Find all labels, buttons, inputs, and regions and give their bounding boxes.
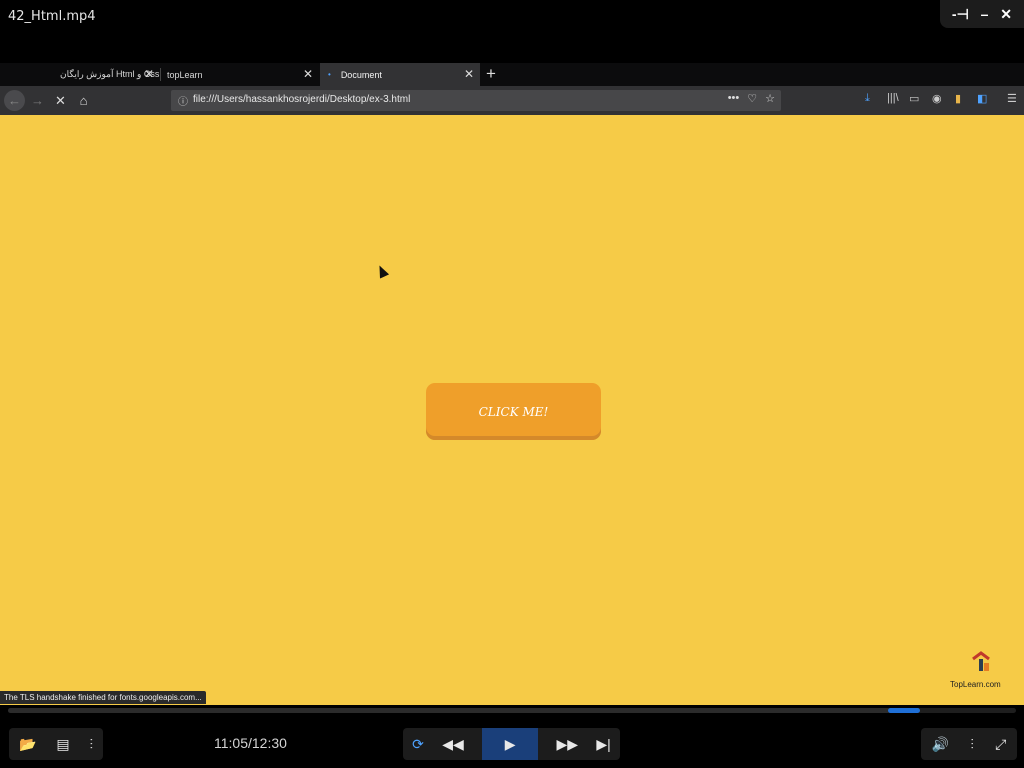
info-icon[interactable]: ⓘ (178, 93, 188, 108)
time-readout: 11:05/12:30 (214, 735, 287, 751)
translate-icon[interactable]: ◧ (977, 92, 987, 105)
tab-amoozesh[interactable]: آموزش رایگان Html و Css ✕ (0, 63, 160, 86)
tab-toplearn[interactable]: topLearn ✕ (161, 63, 319, 86)
transport-controls: ⟳ ◀◀ ▶ ▶▶ ▶| (403, 728, 620, 760)
open-folder-icon[interactable]: 📂 (19, 736, 36, 753)
pocket-icon[interactable]: ♡ (747, 92, 757, 105)
skip-next-icon[interactable]: ▶| (596, 736, 610, 753)
subtitles-icon[interactable]: ▤ (56, 736, 69, 753)
pin-icon[interactable]: -⊣ (952, 6, 969, 23)
download-icon[interactable]: ⤓ (865, 92, 870, 105)
rewind-icon[interactable]: ◀◀ (442, 736, 464, 753)
toplearn-logo-icon (972, 651, 990, 671)
mouse-cursor-icon (374, 263, 390, 279)
equalizer-icon[interactable]: ⫶ (90, 736, 94, 753)
player-title: 42_Html.mp4 (8, 9, 96, 24)
sidebar-icon[interactable]: ▭ (909, 92, 919, 105)
fullscreen-icon[interactable]: ⤢ (995, 736, 1006, 753)
tab-document[interactable]: • Document ✕ (320, 63, 480, 86)
url-actions: ••• ♡ ☆ (728, 92, 775, 105)
browser-tabbar: آموزش رایگان Html و Css ✕ topLearn ✕ • D… (0, 63, 1024, 86)
logo-text: TopLearn.com (950, 680, 1001, 689)
status-tooltip: The TLS handshake finished for fonts.goo… (0, 691, 206, 704)
url-bar[interactable]: ⓘ file:///Users/hassankhosrojerdi/Deskto… (171, 90, 781, 111)
home-button[interactable]: ⌂ (73, 90, 94, 111)
click-me-button[interactable]: CLICK ME! (426, 383, 601, 440)
menu-icon[interactable]: ☰ (1007, 92, 1017, 105)
tab-label: topLearn (167, 69, 203, 80)
close-icon[interactable]: ✕ (1000, 6, 1012, 23)
browser-navbar: ← → ✕ ⌂ ⓘ file:///Users/hassankhosrojerd… (0, 86, 1024, 115)
close-icon[interactable]: ✕ (303, 67, 313, 81)
toplearn-logo: TopLearn.com (950, 651, 1012, 689)
library-icon[interactable]: |||\ (887, 92, 899, 104)
forward-button[interactable]: → (27, 90, 48, 111)
page-viewport: CLICK ME! TopLearn.com (0, 115, 1024, 705)
loop-icon[interactable]: ⟳ (412, 736, 424, 753)
right-controls: 🔊 ⫶ ⤢ (921, 728, 1017, 760)
left-controls: 📂 ▤ ⫶ (9, 728, 103, 760)
extension-icon[interactable]: ▮ (955, 92, 961, 105)
settings-icon[interactable]: ⫶ (970, 736, 974, 753)
loading-dot-icon: • (328, 70, 331, 79)
new-tab-button[interactable]: + (486, 64, 496, 84)
stop-button[interactable]: ✕ (50, 90, 71, 111)
play-button[interactable]: ▶ (482, 728, 539, 760)
tab-label: Document (340, 69, 382, 80)
close-icon[interactable]: ✕ (464, 67, 474, 81)
url-text[interactable]: file:///Users/hassankhosrojerdi/Desktop/… (193, 94, 410, 105)
fast-forward-icon[interactable]: ▶▶ (556, 736, 578, 753)
player-controls: 📂 ▤ ⫶ 11:05/12:30 ⟳ ◀◀ ▶ ▶▶ ▶| 🔊 ⫶ ⤢ (0, 713, 1024, 768)
volume-icon[interactable]: 🔊 (932, 736, 949, 753)
account-icon[interactable]: ◉ (932, 92, 942, 105)
back-button[interactable]: ← (4, 90, 25, 111)
minimize-icon[interactable]: – (981, 6, 989, 22)
bookmark-star-icon[interactable]: ☆ (765, 92, 775, 105)
close-icon[interactable]: ✕ (144, 67, 154, 81)
more-icon[interactable]: ••• (728, 92, 740, 105)
window-controls: -⊣ – ✕ (940, 0, 1024, 28)
